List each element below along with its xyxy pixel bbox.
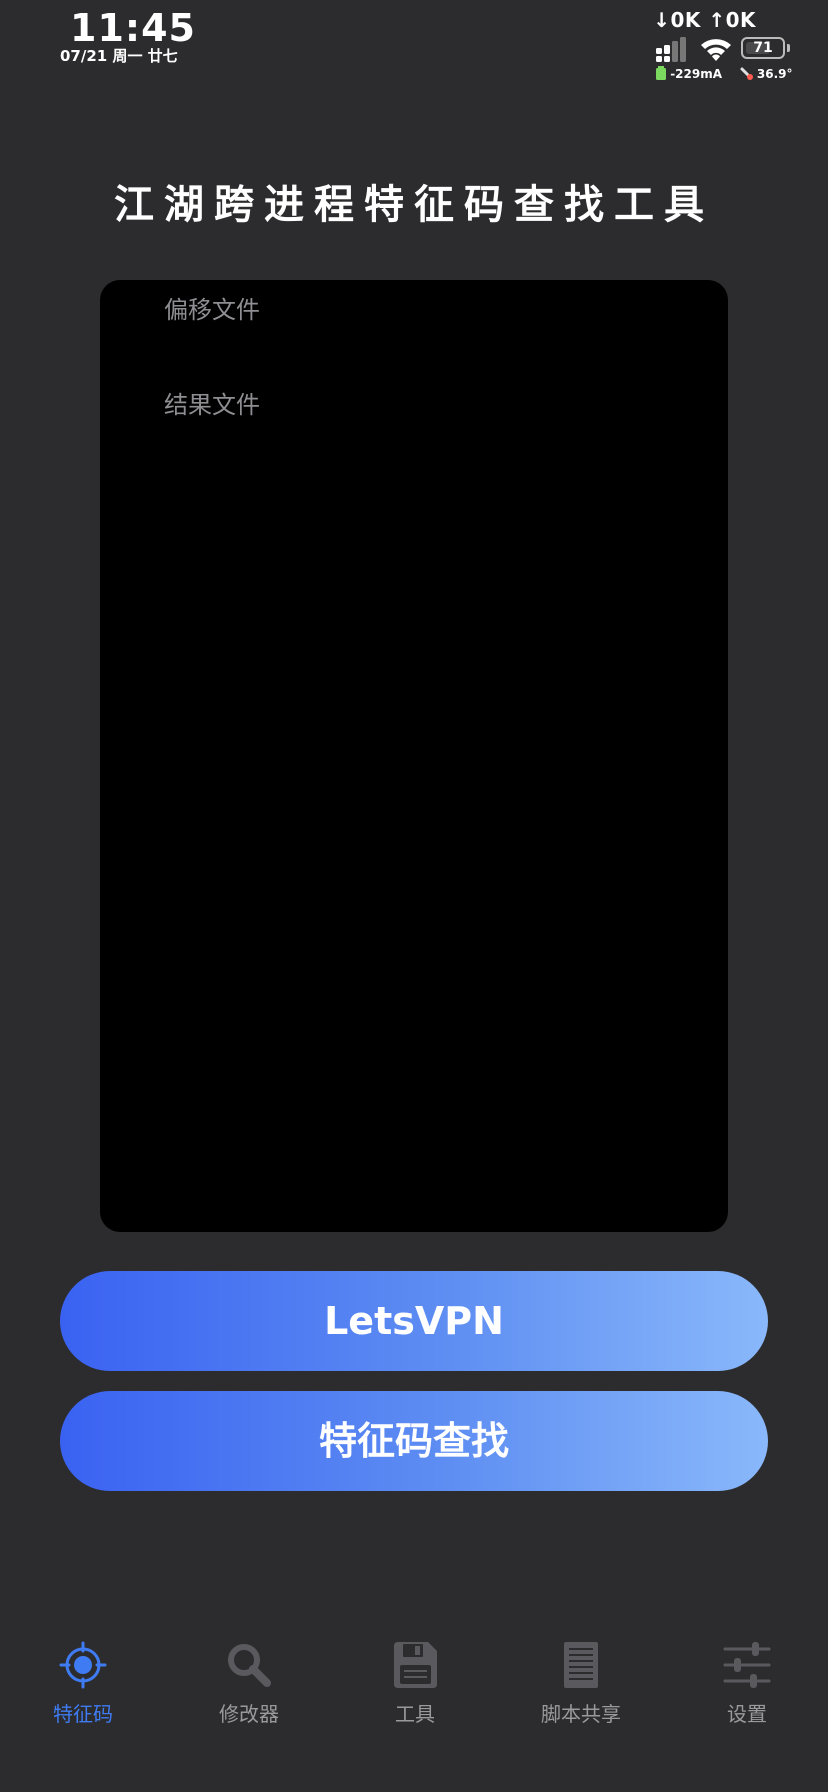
- network-speed: ↓0K ↑0K: [653, 8, 756, 32]
- tab-tools[interactable]: 工具: [332, 1630, 498, 1740]
- net-down-speed: ↓0K: [653, 8, 701, 32]
- letsvpn-button[interactable]: LetsVPN: [60, 1271, 768, 1371]
- tab-signature[interactable]: 特征码: [0, 1630, 166, 1740]
- status-bar: 11:45 07/21 周一 廿七 ↓0K ↑0K 71 -229mA 36.9…: [0, 0, 828, 90]
- signature-search-button[interactable]: 特征码查找: [60, 1391, 768, 1491]
- status-date: 07/21 周一 廿七: [60, 47, 178, 65]
- tab-label: 设置: [727, 1702, 767, 1726]
- battery-current: -229mA: [670, 67, 723, 81]
- document-icon: [564, 1642, 598, 1688]
- tab-modifier[interactable]: 修改器: [166, 1630, 332, 1740]
- tab-script-share[interactable]: 脚本共享: [498, 1630, 664, 1740]
- crosshair-icon: [59, 1641, 107, 1689]
- tab-label: 修改器: [219, 1702, 279, 1726]
- result-file-input[interactable]: [164, 385, 664, 425]
- sliders-icon: [723, 1642, 771, 1688]
- battery-icon: 71: [741, 37, 791, 61]
- net-up-speed: ↑0K: [708, 8, 756, 32]
- cellular-signal-icon: [656, 37, 686, 62]
- tab-settings[interactable]: 设置: [664, 1630, 828, 1740]
- wifi-icon: [701, 39, 731, 61]
- page-title: 江湖跨进程特征码查找工具: [114, 182, 714, 228]
- charge-battery-icon: [656, 66, 666, 80]
- tab-label: 工具: [395, 1702, 435, 1726]
- tab-bar: 特征码 修改器 工具 脚本共享 设置: [0, 1630, 828, 1740]
- status-extra: -229mA 36.9°: [656, 66, 793, 81]
- battery-level: 71: [753, 40, 773, 56]
- tab-label: 脚本共享: [541, 1702, 621, 1726]
- file-input-panel: [100, 280, 728, 1232]
- floppy-disk-icon: [394, 1642, 437, 1688]
- magnifier-icon: [228, 1644, 271, 1687]
- offset-file-input[interactable]: [164, 290, 664, 330]
- status-time: 11:45: [70, 6, 196, 50]
- thermometer-icon: [740, 67, 753, 80]
- tab-label: 特征码: [53, 1702, 113, 1726]
- device-temperature: 36.9°: [756, 67, 793, 81]
